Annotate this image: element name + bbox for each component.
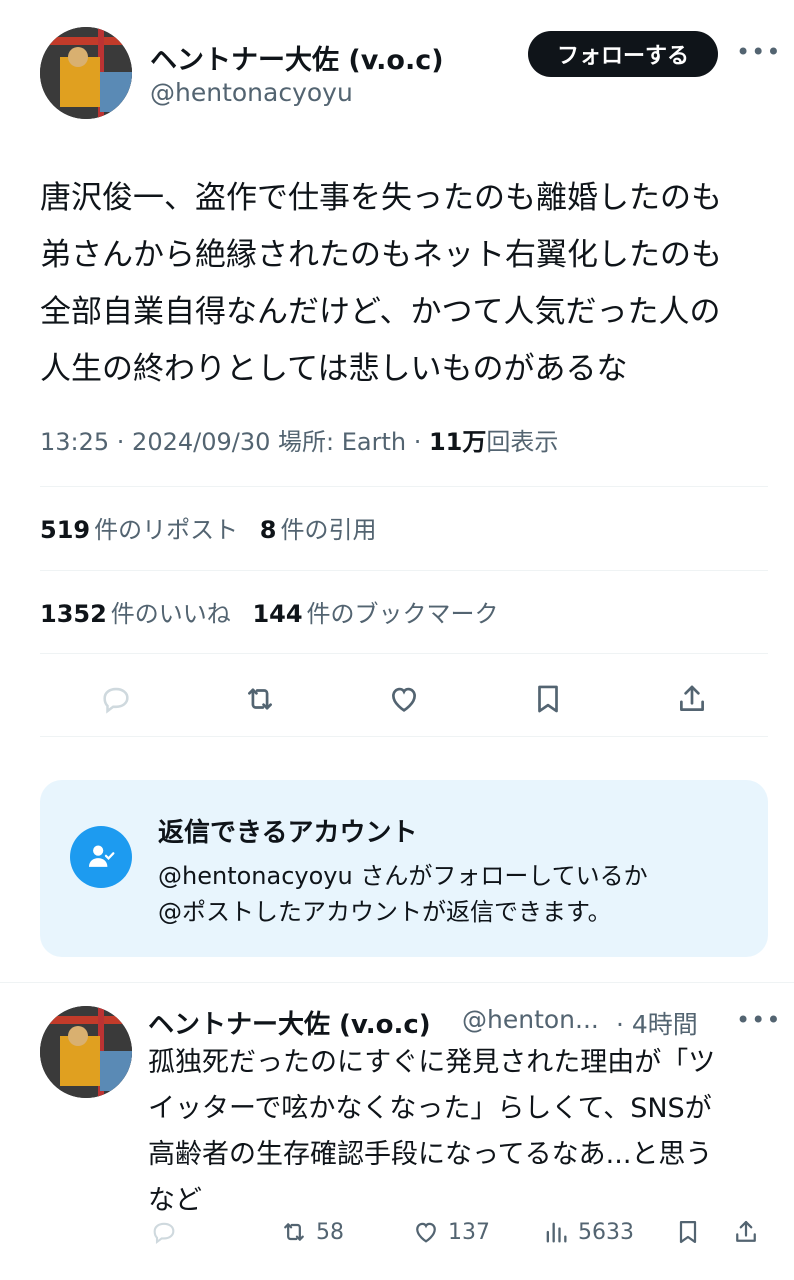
share-icon xyxy=(736,1220,756,1242)
views-icon xyxy=(546,1222,567,1243)
tweet-text-line: 唐沢俊一、盗作で仕事を失ったのも離婚したのも xyxy=(40,180,722,216)
bookmark-icon xyxy=(538,685,558,713)
reply-restriction-line: @hentonacyoyu さんがフォローしているか xyxy=(158,862,648,890)
reply-text-line: 高齢者の生存確認手段になってるなあ...と思う xyxy=(148,1139,713,1170)
reply-author-handle[interactable]: @henton... xyxy=(462,1005,599,1034)
reply-text-line: 孤独死だったのにすぐに発見された理由が「ツ xyxy=(148,1047,716,1078)
like-icon xyxy=(416,1222,436,1243)
more-icon[interactable]: ••• xyxy=(736,38,781,66)
reply-button[interactable] xyxy=(96,679,136,719)
reply-retweet-button[interactable]: 58 xyxy=(280,1218,344,1246)
tweet-text-line: 弟さんから絶縁されたのもネット右翼化したのも xyxy=(40,237,722,273)
retweet-icon xyxy=(248,688,272,710)
share-button[interactable] xyxy=(672,679,712,719)
tweet-text-line: 人生の終わりとしては悲しいものがあるな xyxy=(40,351,628,387)
reply-restriction-card: 返信できるアカウント @hentonacyoyu さんがフォローしているか @ポ… xyxy=(40,780,768,957)
reply-author-avatar[interactable] xyxy=(40,1006,132,1098)
quotes-link[interactable]: 8 件の引用 xyxy=(260,516,377,544)
divider xyxy=(40,653,768,654)
timestamp-location[interactable]: 13:25 · 2024/09/30 場所: Earth · xyxy=(40,428,429,456)
divider xyxy=(40,570,768,571)
reply-bookmark-button[interactable] xyxy=(674,1218,710,1246)
retweet-button[interactable] xyxy=(240,679,280,719)
divider xyxy=(0,982,794,983)
reply-time[interactable]: · 4時間 xyxy=(616,1005,698,1041)
reply-text: 孤独死だったのにすぐに発見された理由が「ツ イッターで呟かなくなった」らしくて、… xyxy=(148,1040,778,1224)
reposts-link[interactable]: 519 件のリポスト xyxy=(40,516,238,544)
more-icon[interactable]: ••• xyxy=(736,1006,781,1034)
user-check-icon xyxy=(70,826,132,888)
retweet-icon xyxy=(284,1223,304,1241)
like-button[interactable] xyxy=(384,679,424,719)
view-count: 11万 xyxy=(428,428,487,456)
divider xyxy=(40,486,768,487)
bookmark-button[interactable] xyxy=(528,679,568,719)
divider xyxy=(40,736,768,737)
share-icon xyxy=(680,685,704,711)
tweet-meta: 13:25 · 2024/09/30 場所: Earth · 11万回表示 xyxy=(40,422,558,457)
reply-views-button[interactable]: 5633 xyxy=(542,1218,634,1246)
bookmarks-link[interactable]: 144 件のブックマーク xyxy=(252,600,498,628)
like-icon xyxy=(392,687,416,712)
bookmark-icon xyxy=(679,1220,697,1244)
reply-share-button[interactable] xyxy=(732,1218,768,1246)
reply-restriction-line: @ポストしたアカウントが返信できます。 xyxy=(158,898,612,926)
reply-icon xyxy=(103,687,129,714)
view-label: 回表示 xyxy=(486,428,559,456)
reply-view-count: 5633 xyxy=(578,1219,634,1245)
author-name[interactable]: ヘントナー大佐 (v.o.c) xyxy=(150,38,444,77)
reply-like-button[interactable]: 137 xyxy=(412,1218,490,1246)
reply-text-line: イッターで呟かなくなった」らしくて、SNSが xyxy=(148,1093,712,1124)
author-avatar[interactable] xyxy=(40,27,132,119)
reply-reply-button[interactable] xyxy=(150,1218,186,1246)
reply-retweet-count: 58 xyxy=(316,1219,344,1245)
tweet-text: 唐沢俊一、盗作で仕事を失ったのも離婚したのも 弟さんから絶縁されたのもネット右翼… xyxy=(40,170,770,398)
reply-restriction-title: 返信できるアカウント xyxy=(158,818,418,848)
author-handle[interactable]: @hentonacyoyu xyxy=(150,78,353,107)
tweet-text-line: 全部自業自得なんだけど、かつて人気だった人の xyxy=(40,294,721,330)
reply-author-name[interactable]: ヘントナー大佐 (v.o.c) xyxy=(148,1004,431,1041)
reply-icon xyxy=(153,1222,175,1245)
follow-button[interactable]: フォローする xyxy=(528,31,718,77)
repost-stats: 519 件のリポスト 8 件の引用 xyxy=(40,510,376,545)
likes-link[interactable]: 1352 件のいいね xyxy=(40,600,231,628)
reply-like-count: 137 xyxy=(448,1219,490,1245)
like-stats: 1352 件のいいね 144 件のブックマーク xyxy=(40,594,499,629)
